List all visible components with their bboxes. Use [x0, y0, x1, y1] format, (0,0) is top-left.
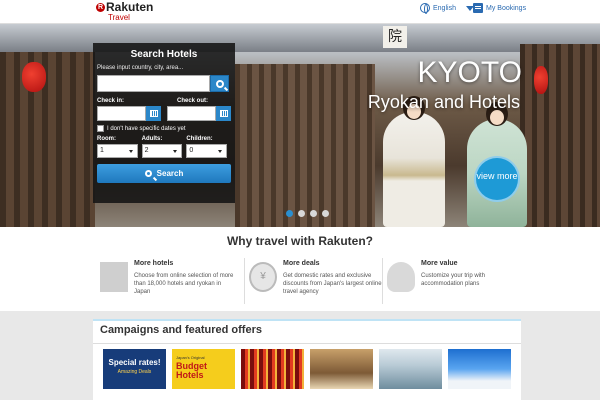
children-select[interactable]: 0	[186, 144, 228, 158]
campaigns-box: Campaigns and featured offers Special ra…	[93, 319, 521, 400]
checkin-label: Check in:	[97, 98, 125, 104]
feature-title: More deals	[283, 260, 320, 267]
guest-labels: Room: Adults: Children:	[97, 136, 231, 142]
buildings-icon	[100, 262, 128, 292]
yen-coins-icon: ¥	[249, 262, 277, 292]
checkin-calendar-button[interactable]	[146, 106, 161, 121]
checkout-calendar-button[interactable]	[216, 106, 231, 121]
globe-icon	[420, 3, 430, 14]
carousel-dot-2[interactable]	[298, 210, 305, 217]
kimono-woman-left	[383, 112, 445, 227]
feature-more-value: More value Customize your trip with acco…	[382, 258, 522, 304]
hero-banner[interactable]: 院 KYOTO Ryokan and Hotels view more	[0, 24, 600, 227]
feature-title: More hotels	[134, 260, 174, 267]
rakuten-r-icon: R	[96, 2, 105, 12]
lantern-left	[22, 62, 46, 92]
campaigns-divider	[93, 343, 521, 344]
hero-roof	[0, 24, 600, 52]
face-right	[490, 110, 504, 125]
campaign-special-rates-title: Special rates!	[108, 358, 161, 367]
feature-more-deals: ¥ More deals Get domestic rates and excl…	[244, 258, 384, 304]
bookings-icon	[473, 3, 483, 13]
campaign-special-rates[interactable]: Special rates! Amazing Deals	[103, 349, 166, 389]
no-dates-option[interactable]: I don't have specific dates yet	[97, 125, 231, 132]
checkin-input[interactable]	[97, 106, 146, 121]
checkout-field[interactable]	[167, 106, 231, 121]
no-dates-checkbox[interactable]	[97, 125, 104, 132]
checkout-input[interactable]	[167, 106, 216, 121]
room-select[interactable]: 1	[97, 144, 138, 158]
campaign-budget-hotels-title: Budget Hotels	[176, 361, 207, 380]
my-bookings-label: My Bookings	[486, 4, 527, 12]
search-panel-title: Search Hotels	[130, 49, 198, 60]
campaign-ski[interactable]	[448, 349, 511, 389]
campaign-torii-gates[interactable]	[241, 349, 304, 389]
language-selector[interactable]: English	[420, 3, 474, 14]
adults-select[interactable]: 2	[141, 144, 183, 158]
carousel-dots	[286, 210, 334, 217]
feature-text: Customize your trip with accommodation p…	[421, 273, 486, 287]
feature-title: More value	[421, 260, 458, 267]
calendar-icon	[149, 110, 158, 117]
search-hotels-panel: Search Hotels Please input country, city…	[93, 43, 235, 203]
children-label: Children:	[186, 136, 213, 142]
campaign-budget-hotels[interactable]: Japan's Original Budget Hotels	[172, 349, 235, 389]
date-fields	[97, 106, 231, 121]
carousel-dot-4[interactable]	[322, 210, 329, 217]
calendar-icon	[219, 110, 228, 117]
logo-sub-text: Travel	[108, 13, 130, 22]
lantern-right	[534, 66, 548, 94]
campaign-onsen[interactable]	[379, 349, 442, 389]
logo-brand-text: Rakuten	[106, 0, 154, 14]
heart-hands-icon	[387, 262, 415, 292]
destination-input[interactable]	[97, 75, 210, 92]
no-dates-label: I don't have specific dates yet	[107, 125, 186, 132]
view-more-button[interactable]: view more	[474, 156, 520, 202]
feature-more-hotels: More hotels Choose from online selection…	[96, 258, 236, 304]
checkout-label: Check out:	[176, 98, 208, 104]
feature-text: Get domestic rates and exclusive discoun…	[283, 273, 382, 295]
guest-selects: 1 2 0	[97, 144, 231, 158]
campaign-special-rates-sub: Amazing Deals	[117, 369, 152, 375]
search-icon	[215, 79, 224, 88]
checkin-field[interactable]	[97, 106, 161, 121]
destination-search-button[interactable]	[210, 75, 229, 92]
campaigns-heading: Campaigns and featured offers	[100, 324, 262, 336]
feature-text: Choose from online selection of more tha…	[134, 273, 234, 295]
date-labels: Check in: Check out:	[97, 98, 231, 104]
hero-wall-left	[0, 52, 95, 227]
campaign-ryokan-room[interactable]	[310, 349, 373, 389]
hero-wall-right	[520, 44, 600, 227]
carousel-dot-3[interactable]	[310, 210, 317, 217]
language-label: English	[433, 4, 456, 12]
carousel-dot-1[interactable]	[286, 210, 293, 217]
why-travel-heading: Why travel with Rakuten?	[226, 234, 374, 248]
shop-sign: 院	[383, 26, 407, 48]
hero-title: KYOTO	[417, 56, 522, 89]
my-bookings-link[interactable]: My Bookings	[473, 3, 526, 13]
hero-subtitle: Ryokan and Hotels	[367, 92, 520, 112]
destination-field-group	[97, 75, 231, 92]
hero-wall-mid	[235, 64, 375, 227]
site-header: R Rakuten Travel English My Bookings	[0, 0, 600, 24]
adults-label: Adults:	[141, 136, 163, 142]
room-label: Room:	[97, 136, 116, 142]
rakuten-travel-logo[interactable]: R Rakuten Travel	[96, 1, 153, 22]
search-button[interactable]: Search	[97, 164, 231, 183]
search-button-label: Search	[156, 169, 184, 178]
search-icon	[144, 170, 152, 177]
destination-hint: Please input country, city, area...	[97, 65, 184, 71]
